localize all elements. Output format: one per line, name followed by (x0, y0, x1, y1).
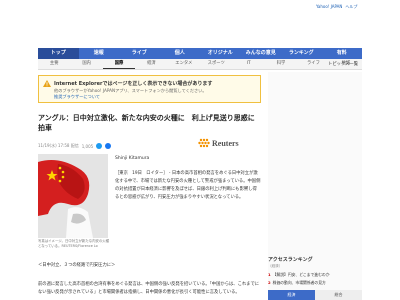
header-link-help[interactable]: ヘルプ (345, 4, 357, 10)
ranking-item[interactable]: 2 株価の動向、市場関係者の見方 (268, 280, 362, 286)
main-tab-paid[interactable]: 有料 (322, 48, 363, 59)
header-link-yahoo[interactable]: Yahoo! JAPAN (316, 4, 342, 10)
ranking-tab-overall[interactable]: 総合 (315, 290, 362, 300)
ranking-number: 2 (268, 280, 271, 285)
topics-list-link[interactable]: トピックス一覧 (268, 59, 362, 70)
article-photo[interactable] (38, 154, 108, 238)
ranking-title: アクセスランキング (268, 257, 313, 263)
main-tab-top[interactable]: トップ (38, 48, 79, 59)
ranking-number: 1 (268, 272, 271, 277)
article-section-heading: ＜日中対立、３つの経路で円安圧力に＞ (38, 263, 116, 268)
ranking-text: 株価の動向、市場関係者の見方 (272, 280, 326, 285)
sub-tab-economy[interactable]: 経済 (135, 59, 167, 69)
sub-tab-international[interactable]: 国際 (102, 59, 136, 69)
sub-tab-it[interactable]: IT (232, 59, 264, 69)
article-paragraph-1: ［東京 19日 ロイター］ - 日本の高市首相の発言をめぐる日中対立が激化する中… (115, 171, 261, 200)
photo-caption: 写真はイメージ。日中対立が新たな内安の火種となっている。REUTERS/Flor… (38, 239, 110, 248)
main-tab-breaking[interactable]: 速報 (79, 48, 120, 59)
top-header: Yahoo! JAPAN ヘルプ (0, 0, 400, 44)
publish-date: 11/19(水) 17:58 配信 (38, 143, 79, 148)
sub-tab-main[interactable]: 主要 (38, 59, 70, 69)
main-tab-individual[interactable]: 個人 (160, 48, 201, 59)
main-nav: トップ 速報 ライブ 個人 オリジナル みんなの意見 ランキング 有料 (38, 48, 362, 59)
recommended-browser-link[interactable]: 推奨ブラウザーについて (54, 94, 100, 100)
warning-icon (43, 80, 51, 87)
sub-tab-sports[interactable]: スポーツ (200, 59, 232, 69)
flag-image-icon (38, 154, 108, 238)
sub-tab-domestic[interactable]: 国内 (70, 59, 102, 69)
share-x-icon[interactable] (96, 143, 103, 149)
ranking-item[interactable]: 1 【解説】円安、どこまで進むのか (268, 272, 362, 278)
browser-warning: Internet Explorerではページを正しく表示できない場合があります … (38, 75, 261, 103)
share-facebook-icon[interactable] (105, 143, 112, 149)
article-byline: Shinji Kitamura (115, 156, 150, 161)
ranking-subtitle: （経済） (268, 264, 283, 268)
article-headline: アングル：日中対立激化、新たな内安の火種に 利上げ見送り思惑に拍車 (38, 114, 255, 132)
article-paragraph-2: 前の週に発言した高市首相の台湾有事をめぐる発言は、中国側の強い反発を招いている。… (38, 282, 260, 295)
main-tab-opinion[interactable]: みんなの意見 (241, 48, 282, 59)
header-links: Yahoo! JAPAN ヘルプ (316, 4, 357, 10)
sub-tab-entertainment[interactable]: エンタメ (168, 59, 200, 69)
main-tab-ranking[interactable]: ランキング (281, 48, 322, 59)
warning-title: Internet Explorerではページを正しく表示できない場合があります (54, 81, 213, 87)
main-tab-live[interactable]: ライブ (119, 48, 160, 59)
ranking-tabs: 経済 総合 (268, 290, 362, 300)
ranking-text: 【解説】円安、どこまで進むのか (272, 272, 330, 277)
provider-name: Reuters (212, 139, 239, 148)
main-tab-original[interactable]: オリジナル (200, 48, 241, 59)
ranking-tab-economy[interactable]: 経済 (268, 290, 315, 300)
comment-count[interactable]: 1,005 (82, 144, 93, 149)
